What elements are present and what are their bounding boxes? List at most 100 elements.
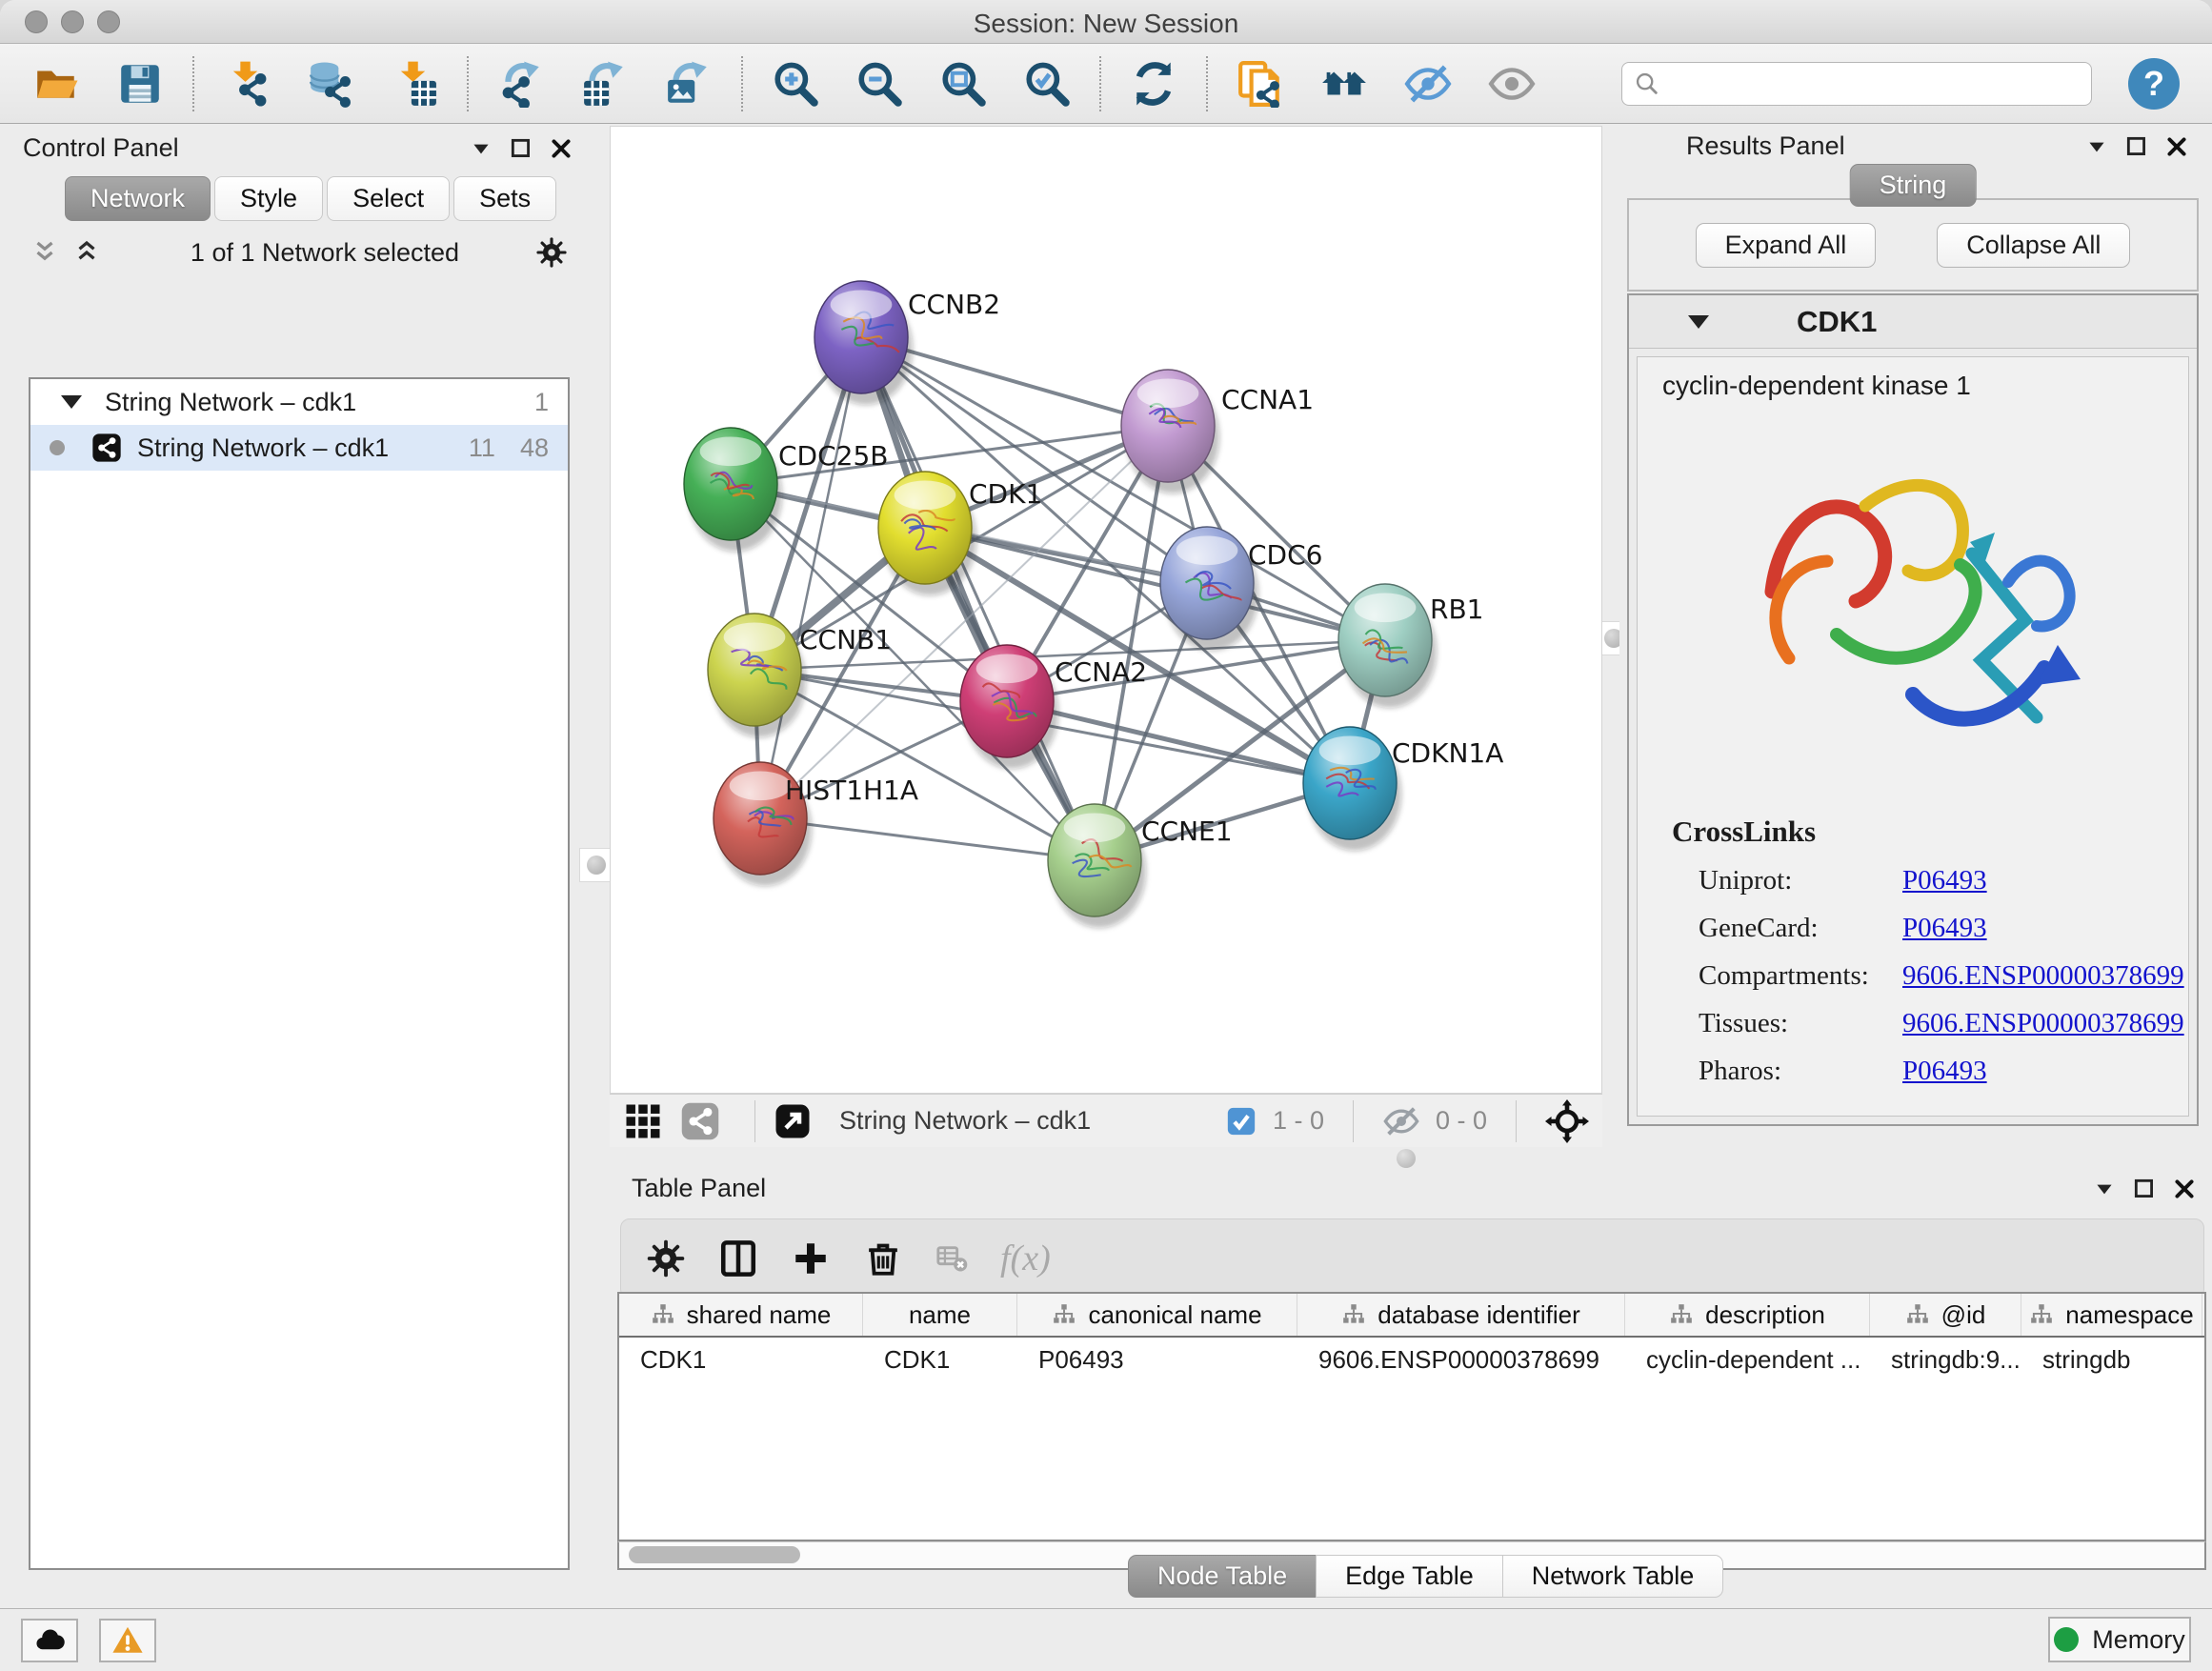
node-CCNE1[interactable] <box>1048 804 1146 928</box>
node-CDC25B[interactable] <box>684 428 782 552</box>
column-header-shared-name[interactable]: shared name <box>619 1294 863 1336</box>
warnings-button[interactable] <box>99 1619 156 1662</box>
network-row[interactable]: String Network – cdk1 11 48 <box>30 425 568 471</box>
titlebar: Session: New Session <box>0 0 2212 44</box>
selected-checkbox-icon[interactable] <box>1225 1105 1257 1137</box>
crosslink-link[interactable]: P06493 <box>1902 865 1987 896</box>
tab-string[interactable]: String <box>1850 164 1977 207</box>
node-CCNA2[interactable] <box>960 645 1058 769</box>
float-panel-icon[interactable] <box>509 136 533 161</box>
network-collection-row[interactable]: String Network – cdk1 1 <box>30 379 568 425</box>
expand-all-button[interactable]: Expand All <box>1696 223 1877 268</box>
cloud-button[interactable] <box>21 1619 78 1662</box>
column-header-namespace[interactable]: namespace <box>2021 1294 2202 1336</box>
column-header-canonical-name[interactable]: canonical name <box>1017 1294 1297 1336</box>
tab-network-table[interactable]: Network Table <box>1502 1555 1724 1598</box>
import-network-database-icon[interactable] <box>303 56 358 111</box>
node-CCNB2[interactable] <box>814 281 913 405</box>
table-options-gear-icon[interactable] <box>646 1238 686 1278</box>
node-CDKN1A[interactable] <box>1303 727 1401 851</box>
panel-menu-icon[interactable] <box>2092 1177 2117 1201</box>
search-input[interactable] <box>1668 68 2080 99</box>
crosslink-link[interactable]: P06493 <box>1902 1056 1987 1087</box>
column-header-name[interactable]: name <box>863 1294 1017 1336</box>
close-panel-icon[interactable] <box>549 136 573 161</box>
table-cell[interactable]: stringdb <box>2021 1338 2202 1381</box>
import-network-file-icon[interactable] <box>219 56 274 111</box>
homes-icon[interactable] <box>1317 56 1372 111</box>
table-cell[interactable]: cyclin-dependent ... <box>1625 1338 1870 1381</box>
hide-selected-eye-icon[interactable] <box>1400 56 1456 111</box>
tab-network[interactable]: Network <box>65 176 211 221</box>
close-panel-icon[interactable] <box>2172 1177 2197 1201</box>
add-column-icon[interactable] <box>791 1238 831 1278</box>
panel-menu-icon[interactable] <box>2084 134 2109 159</box>
tab-sets[interactable]: Sets <box>453 176 556 221</box>
tab-node-table[interactable]: Node Table <box>1128 1555 1316 1598</box>
memory-button[interactable]: Memory <box>2048 1617 2191 1662</box>
export-network-icon[interactable] <box>493 56 549 111</box>
pan-crosshair-icon[interactable] <box>1545 1099 1589 1143</box>
table-cell[interactable]: 9606.ENSP00000378699 <box>1297 1338 1625 1381</box>
node-CDK1[interactable] <box>878 472 976 595</box>
open-folder-icon[interactable] <box>29 56 84 111</box>
node-RB1[interactable] <box>1338 584 1437 708</box>
crosslink-link[interactable]: 9606.ENSP00000378699 <box>1902 960 2184 992</box>
horizontal-splitter[interactable] <box>610 1147 2212 1170</box>
left-splitter[interactable] <box>585 126 610 1608</box>
zoom-out-icon[interactable] <box>852 56 907 111</box>
import-table-icon[interactable] <box>387 56 442 111</box>
table-cell[interactable]: stringdb:9... <box>1870 1338 2021 1381</box>
column-header-description[interactable]: description <box>1625 1294 1870 1336</box>
zoom-fit-icon[interactable] <box>935 56 991 111</box>
crosslink-row: Tissues: 9606.ENSP00000378699 <box>1672 1008 2188 1039</box>
collapse-all-button[interactable]: Collapse All <box>1937 223 2130 268</box>
network-options-gear-icon[interactable] <box>535 236 568 269</box>
node-CCNB1[interactable] <box>708 614 806 737</box>
tab-style[interactable]: Style <box>214 176 323 221</box>
float-panel-icon[interactable] <box>2132 1177 2157 1201</box>
clone-network-icon[interactable] <box>1233 56 1288 111</box>
collapse-all-icon[interactable] <box>30 238 59 267</box>
table-cell[interactable]: P06493 <box>1017 1338 1297 1381</box>
panel-menu-icon[interactable] <box>469 136 493 161</box>
column-header-database-identifier[interactable]: database identifier <box>1297 1294 1625 1336</box>
save-floppy-icon[interactable] <box>112 56 168 111</box>
zoom-selected-icon[interactable] <box>1019 56 1075 111</box>
help-button[interactable]: ? <box>2128 58 2180 110</box>
table-cell[interactable]: CDK1 <box>619 1338 863 1381</box>
export-image-icon[interactable] <box>661 56 716 111</box>
collection-expand-icon[interactable] <box>61 395 82 409</box>
crosslink-link[interactable]: P06493 <box>1902 913 1987 944</box>
close-panel-icon[interactable] <box>2164 134 2189 159</box>
grid-view-icon[interactable] <box>623 1101 663 1141</box>
table-row[interactable]: CDK1CDK1P064939606.ENSP00000378699cyclin… <box>619 1338 2204 1381</box>
node-CCNA1[interactable] <box>1121 370 1219 493</box>
tab-select[interactable]: Select <box>327 176 450 221</box>
export-table-icon[interactable] <box>577 56 633 111</box>
expand-all-icon[interactable] <box>72 238 101 267</box>
show-columns-icon[interactable] <box>718 1238 758 1278</box>
delete-column-trash-icon[interactable] <box>863 1238 903 1278</box>
protein-card-header[interactable]: CDK1 <box>1629 295 2197 349</box>
network-node-count: 11 <box>469 433 495 463</box>
share-view-icon[interactable] <box>680 1101 720 1141</box>
birds-eye-view-icon[interactable] <box>773 1101 813 1141</box>
node-table[interactable]: shared namename canonical name database … <box>617 1292 2206 1541</box>
float-panel-icon[interactable] <box>2124 134 2149 159</box>
column-network-icon <box>651 1302 675 1327</box>
protein-expand-icon[interactable] <box>1688 315 1709 329</box>
hidden-eye-icon[interactable] <box>1382 1102 1420 1140</box>
show-eye-icon[interactable] <box>1484 56 1539 111</box>
table-cell[interactable]: CDK1 <box>863 1338 1017 1381</box>
tab-edge-table[interactable]: Edge Table <box>1316 1555 1502 1598</box>
crosslink-link[interactable]: 9606.ENSP00000378699 <box>1902 1008 2184 1039</box>
node-CDC6[interactable] <box>1160 527 1258 651</box>
refresh-icon[interactable] <box>1126 56 1181 111</box>
column-header--id[interactable]: @id <box>1870 1294 2021 1336</box>
search-box[interactable] <box>1621 62 2092 106</box>
edge-CCNA1-HIST1H1A[interactable] <box>760 426 1168 818</box>
edge-CCNB2-HIST1H1A[interactable] <box>760 337 861 818</box>
network-canvas[interactable]: CCNB2 CCNA1 CDC25B CDK1 CDC6 RB1 CCNB1 <box>610 126 1602 1094</box>
zoom-in-icon[interactable] <box>768 56 823 111</box>
